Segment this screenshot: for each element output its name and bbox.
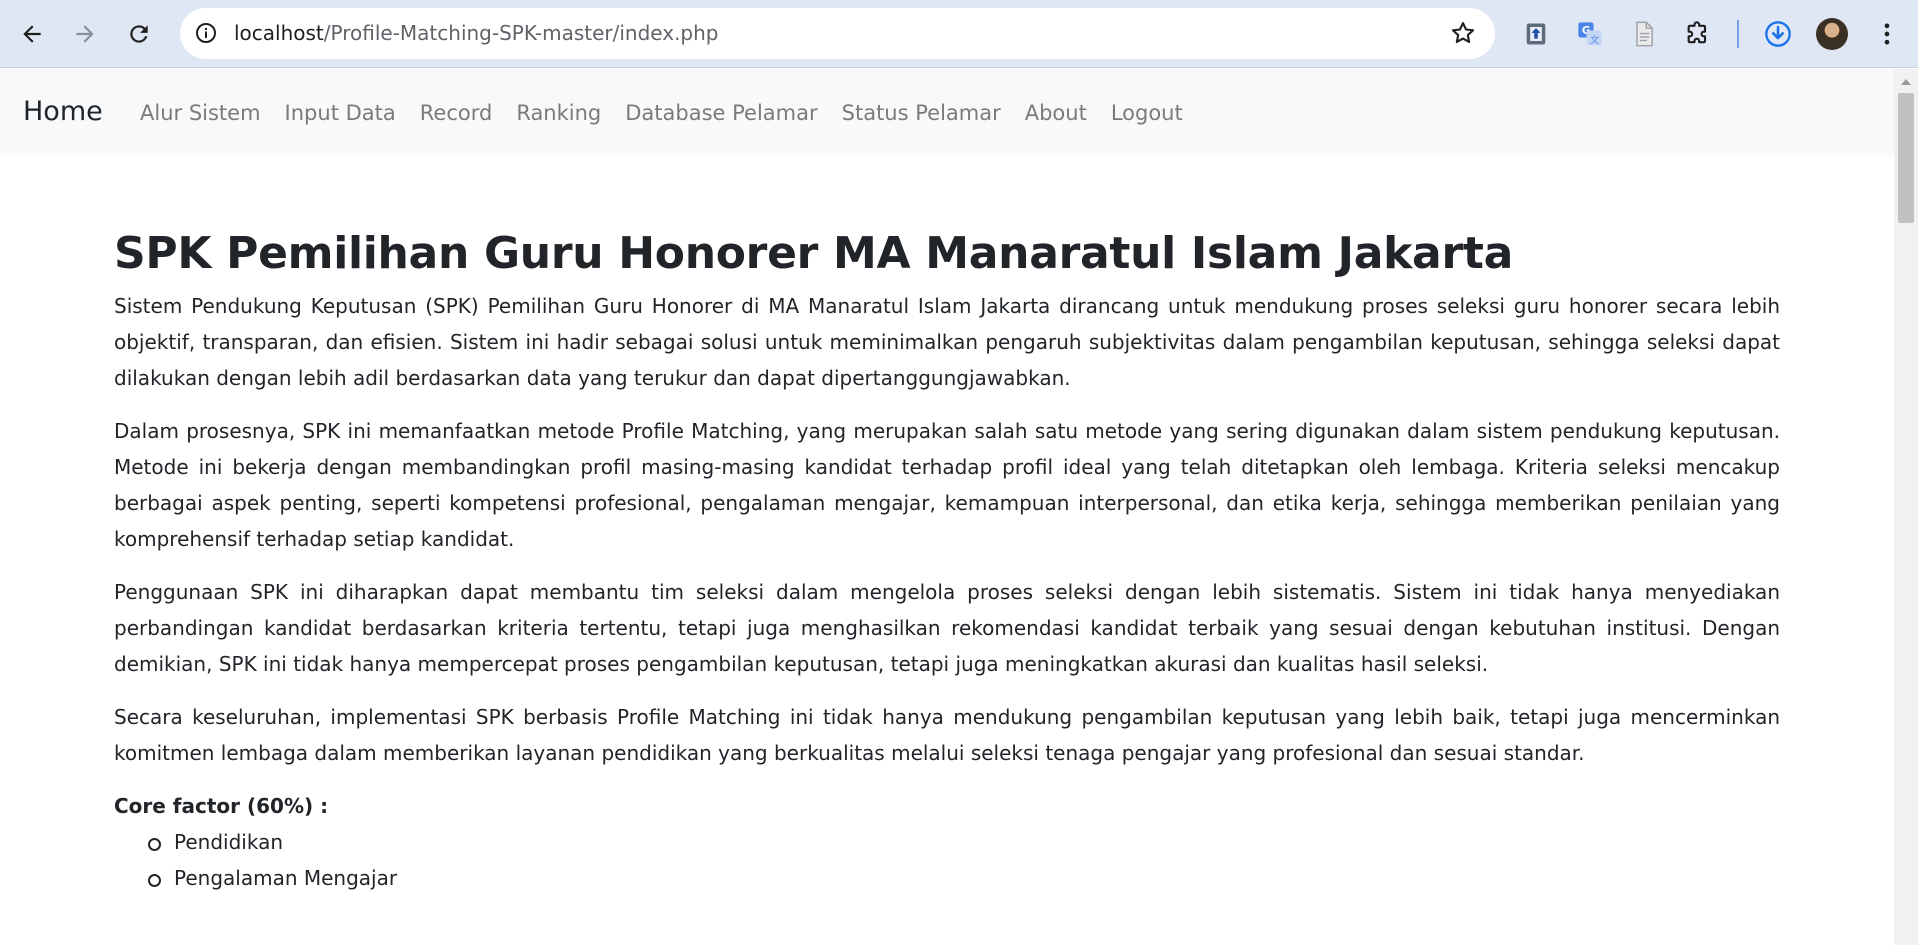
google-translate-icon: G文 (1578, 22, 1602, 46)
back-arrow-icon (23, 25, 41, 43)
core-factor-list: Pendidikan Pengalaman Mengajar (148, 824, 1780, 896)
reload-button[interactable] (119, 14, 159, 54)
extension-upload-icon (1526, 23, 1546, 45)
nav-links: Alur Sistem Input Data Record Ranking Da… (140, 100, 1183, 126)
scroll-up-arrow-icon[interactable] (1901, 79, 1911, 85)
nav-link-alur-sistem[interactable]: Alur Sistem (140, 100, 261, 126)
extensions-button[interactable] (1681, 17, 1715, 51)
page-title: SPK Pemilihan Guru Honorer MA Manaratul … (114, 228, 1513, 279)
document-extension-button[interactable] (1627, 17, 1661, 51)
nav-link-ranking[interactable]: Ranking (516, 100, 601, 126)
kebab-menu-icon (1884, 23, 1890, 45)
scrollbar-thumb[interactable] (1898, 93, 1914, 223)
intro-paragraph-1: Sistem Pendukung Keputusan (SPK) Pemilih… (114, 294, 1780, 390)
site-info-icon[interactable] (194, 21, 218, 45)
download-icon (1765, 21, 1791, 47)
forward-arrow-icon (76, 25, 94, 43)
document-icon (1636, 21, 1653, 47)
nav-link-logout[interactable]: Logout (1111, 100, 1183, 126)
nav-link-input-data[interactable]: Input Data (285, 100, 396, 126)
reload-icon (130, 25, 148, 43)
address-bar[interactable]: localhost/Profile-Matching-SPK-master/in… (180, 8, 1495, 59)
intro-paragraph-3: Penggunaan SPK ini diharapkan dapat memb… (114, 580, 1780, 676)
toolbar-separator (1737, 20, 1739, 48)
back-button[interactable] (12, 14, 52, 54)
intro-paragraph-2: Dalam prosesnya, SPK ini memanfaatkan me… (114, 419, 1780, 551)
intro-paragraph-4: Secara keseluruhan, implementasi SPK ber… (114, 705, 1780, 765)
nav-link-status-pelamar[interactable]: Status Pelamar (842, 100, 1001, 126)
url-text[interactable]: localhost/Profile-Matching-SPK-master/in… (234, 21, 719, 45)
browser-menu-button[interactable] (1870, 17, 1904, 51)
bookmark-star-icon[interactable] (1449, 19, 1477, 47)
google-translate-button[interactable]: G文 (1573, 17, 1607, 51)
page-scrollbar[interactable] (1894, 69, 1918, 945)
profile-avatar[interactable] (1816, 18, 1848, 50)
nav-link-about[interactable]: About (1025, 100, 1087, 126)
main-content: SPK Pemilihan Guru Honorer MA Manaratul … (114, 155, 1780, 896)
nav-brand-home[interactable]: Home (23, 95, 103, 129)
svg-text:文: 文 (1590, 34, 1599, 46)
puzzle-extensions-icon (1687, 21, 1707, 44)
list-item: Pengalaman Mengajar (148, 860, 1780, 896)
url-host: localhost (234, 21, 324, 45)
core-factor-heading: Core factor (60%) : (114, 794, 329, 818)
forward-button[interactable] (65, 14, 105, 54)
app-navbar: Home Alur Sistem Input Data Record Ranki… (0, 69, 1894, 155)
nav-link-record[interactable]: Record (420, 100, 493, 126)
download-button[interactable] (1761, 17, 1795, 51)
nav-link-database-pelamar[interactable]: Database Pelamar (625, 100, 817, 126)
url-path: /Profile-Matching-SPK-master/index.php (323, 21, 719, 45)
extension-upload-button[interactable] (1519, 17, 1553, 51)
browser-toolbar: localhost/Profile-Matching-SPK-master/in… (0, 0, 1918, 68)
list-item: Pendidikan (148, 824, 1780, 860)
